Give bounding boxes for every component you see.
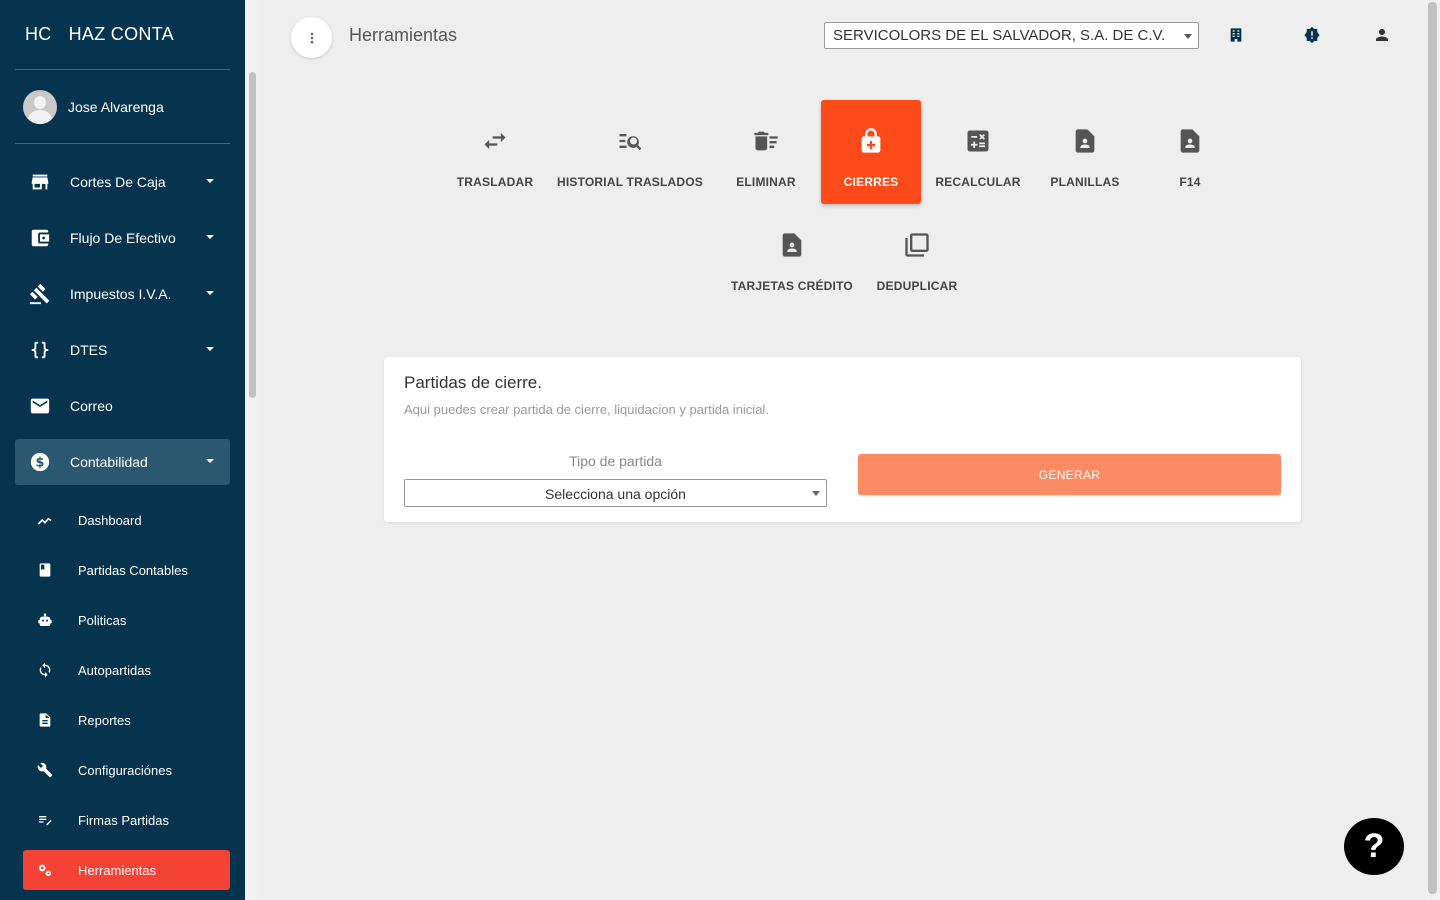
tipo-partida-value: Selecciona una opción bbox=[545, 486, 686, 502]
sidebar-subitem-reportes[interactable]: Reportes bbox=[23, 700, 230, 740]
sidebar-subitem-autopartidas[interactable]: Autopartidas bbox=[23, 650, 230, 690]
divider bbox=[15, 143, 230, 144]
gavel-icon bbox=[29, 283, 51, 305]
robot-icon bbox=[37, 612, 53, 628]
tool-deduplicar[interactable]: DEDUPLICAR bbox=[867, 204, 967, 308]
sidebar-item-impuestos-iva[interactable]: Impuestos I.V.A. bbox=[15, 271, 230, 317]
svg-text:$: $ bbox=[36, 456, 45, 471]
sidebar-subitem-label: Herramientas bbox=[78, 862, 157, 878]
wallet-icon bbox=[29, 227, 51, 249]
card-title: Partidas de cierre. bbox=[404, 373, 542, 392]
alert-icon[interactable] bbox=[1303, 26, 1321, 44]
sidebar-subitem-herramientas[interactable]: Herramientas bbox=[23, 850, 230, 890]
chevron-down-icon bbox=[206, 291, 214, 295]
tool-tarjetas-credito[interactable]: TARJETAS CRÉDITO bbox=[731, 204, 853, 308]
tool-historial-traslados[interactable]: HISTORIAL TRASLADOS bbox=[557, 100, 703, 204]
store-icon bbox=[29, 171, 51, 193]
company-select-value: SERVICOLORS DE EL SALVADOR, S.A. DE C.V. bbox=[833, 27, 1166, 44]
tool-label: F14 bbox=[1179, 175, 1201, 189]
user-name: Jose Alvarenga bbox=[68, 99, 164, 115]
sidebar-item-cortes-de-caja[interactable]: Cortes De Caja bbox=[15, 159, 230, 205]
more-vert-icon bbox=[310, 32, 313, 43]
user-profile[interactable]: Jose Alvarenga bbox=[23, 90, 164, 124]
tool-trasladar[interactable]: TRASLADAR bbox=[445, 100, 545, 204]
sidebar-item-label: Flujo De Efectivo bbox=[70, 230, 176, 246]
sidebar-item-label: DTES bbox=[70, 342, 108, 358]
copy-icon bbox=[903, 231, 931, 259]
brand-name: HAZ CONTA bbox=[68, 24, 174, 44]
delete-sweep-icon bbox=[752, 127, 780, 155]
trending-icon bbox=[37, 512, 53, 528]
page-title: Herramientas bbox=[349, 25, 458, 45]
edit-list-icon bbox=[37, 812, 53, 828]
company-select[interactable]: SERVICOLORS DE EL SALVADOR, S.A. DE C.V. bbox=[824, 22, 1199, 49]
sidebar-scrollbar[interactable] bbox=[245, 0, 260, 900]
sidebar-subitem-configuraciones[interactable]: Configuraciónes bbox=[23, 750, 230, 790]
sidebar-item-label: Correo bbox=[70, 398, 113, 414]
person-document-icon bbox=[778, 231, 806, 259]
sidebar-item-label: Cortes De Caja bbox=[70, 174, 166, 190]
braces-icon bbox=[29, 339, 51, 361]
chevron-down-icon bbox=[206, 179, 214, 183]
brand-short: HC bbox=[25, 24, 52, 44]
book-icon bbox=[37, 562, 53, 578]
brand[interactable]: HC HAZ CONTA bbox=[25, 24, 174, 45]
calculator-icon bbox=[964, 127, 992, 155]
account-icon[interactable] bbox=[1373, 26, 1391, 44]
sidebar-scrollbar-thumb[interactable] bbox=[249, 72, 256, 398]
tipo-partida-select[interactable]: Selecciona una opción bbox=[404, 479, 827, 507]
person-document-icon bbox=[1071, 127, 1099, 155]
divider bbox=[15, 69, 230, 70]
chevron-down-icon bbox=[812, 491, 820, 496]
building-icon[interactable] bbox=[1227, 26, 1245, 44]
generate-button[interactable]: GENERAR bbox=[858, 454, 1281, 495]
dollar-icon: $ bbox=[29, 451, 51, 473]
sidebar: HC HAZ CONTA Jose Alvarenga Cortes De Ca… bbox=[0, 0, 260, 900]
chevron-down-icon bbox=[206, 347, 214, 351]
tool-f14[interactable]: F14 bbox=[1140, 100, 1240, 204]
sidebar-subitem-politicas[interactable]: Politicas bbox=[23, 600, 230, 640]
help-button[interactable]: ? bbox=[1344, 818, 1404, 875]
sidebar-subitem-dashboard[interactable]: Dashboard bbox=[23, 500, 230, 540]
sidebar-item-flujo-de-efectivo[interactable]: Flujo De Efectivo bbox=[15, 215, 230, 261]
sidebar-item-label: Contabilidad bbox=[70, 454, 148, 470]
document-icon bbox=[37, 712, 53, 728]
card-subtitle: Aqui puedes crear partida de cierre, liq… bbox=[404, 402, 769, 417]
main-scrollbar[interactable] bbox=[1425, 0, 1440, 900]
lock-icon bbox=[857, 127, 885, 155]
sidebar-subitem-partidas-contables[interactable]: Partidas Contables bbox=[23, 550, 230, 590]
tool-label: DEDUPLICAR bbox=[876, 279, 958, 293]
mail-icon bbox=[29, 395, 51, 417]
chevron-down-icon bbox=[1184, 34, 1192, 39]
chevron-down-icon bbox=[206, 459, 214, 463]
avatar bbox=[23, 90, 57, 124]
cierre-card: Partidas de cierre. Aqui puedes crear pa… bbox=[384, 357, 1301, 522]
sidebar-item-label: Impuestos I.V.A. bbox=[70, 286, 172, 302]
search-list-icon bbox=[616, 127, 644, 155]
sidebar-subitem-label: Dashboard bbox=[78, 512, 142, 528]
wrench-icon bbox=[37, 762, 53, 778]
sidebar-subitem-label: Firmas Partidas bbox=[78, 812, 170, 828]
sidebar-item-dtes[interactable]: DTES bbox=[15, 327, 230, 373]
sidebar-subitem-label: Autopartidas bbox=[78, 662, 151, 678]
tipo-partida-label: Tipo de partida bbox=[569, 453, 662, 469]
sidebar-subitem-label: Politicas bbox=[78, 612, 127, 628]
sidebar-subitem-firmas-partidas[interactable]: Firmas Partidas bbox=[23, 800, 230, 840]
sidebar-subitem-label: Partidas Contables bbox=[78, 562, 188, 578]
main-scrollbar-thumb[interactable] bbox=[1428, 2, 1437, 894]
swap-icon bbox=[481, 127, 509, 155]
sidebar-item-correo[interactable]: Correo bbox=[15, 383, 230, 429]
more-menu-button[interactable] bbox=[291, 17, 332, 58]
sync-icon bbox=[37, 662, 53, 678]
sidebar-item-contabilidad[interactable]: $ Contabilidad bbox=[15, 439, 230, 485]
sidebar-subitem-label: Configuraciónes bbox=[78, 762, 172, 778]
sidebar-subitem-label: Reportes bbox=[78, 712, 131, 728]
person-document-icon bbox=[1176, 127, 1204, 155]
gears-icon bbox=[37, 862, 53, 878]
chevron-down-icon bbox=[206, 235, 214, 239]
